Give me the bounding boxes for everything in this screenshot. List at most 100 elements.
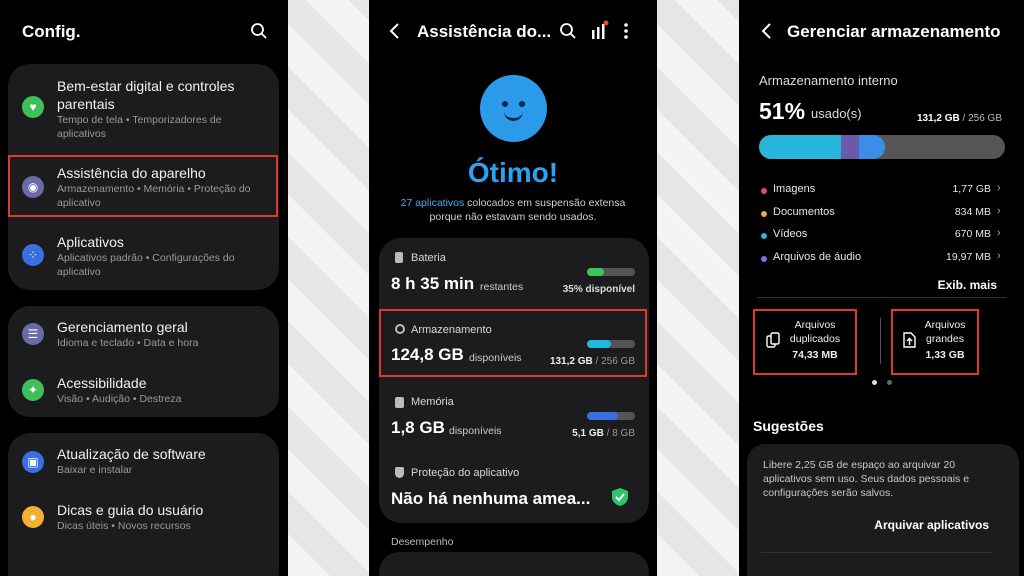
memory-suffix: disponíveis (449, 425, 502, 437)
smiley-face-icon (480, 75, 547, 142)
performance-card (379, 552, 649, 576)
page-title: Assistência do... (417, 22, 552, 41)
battery-bar-fill (587, 268, 604, 276)
large-files-button[interactable]: Arquivos grandes 1,33 GB (917, 318, 973, 362)
menu-item-subtitle: Dicas úteis • Novos recursos (57, 520, 191, 532)
menu-item-subtitle: Tempo de tela • Temporizadores de aplica… (57, 114, 222, 140)
menu-item-subtitle: Armazenamento • Memória • Proteção do ap… (57, 183, 251, 209)
battery-value: 8 h 35 min (391, 274, 475, 293)
legend-category-size: 19,97 MB (946, 251, 991, 264)
menu-item-subtitle: Aplicativos padrão • Configurações do ap… (57, 252, 235, 278)
accessibility-icon: ✦ (22, 379, 44, 401)
divider (880, 318, 881, 364)
battery-label: Bateria (411, 252, 446, 264)
divider (761, 552, 993, 553)
search-icon[interactable] (559, 22, 577, 45)
internal-storage-label: Armazenamento interno (759, 73, 898, 88)
chevron-right-icon[interactable]: › (997, 205, 1001, 217)
usage-amount: 131,2 GB / 256 GB (916, 113, 1002, 124)
settings-screen: Config. ♥ Bem-estar digital e controles … (0, 0, 288, 576)
suggestions-heading: Sugestões (753, 418, 824, 434)
back-icon[interactable] (761, 22, 773, 45)
protection-value: Não há nenhuma amea... (391, 489, 591, 508)
legend-category-size: 1,77 GB (952, 183, 991, 195)
legend-category-name[interactable]: Documentos (773, 206, 835, 218)
apps-icon: ⁘ (22, 244, 44, 266)
signal-chart-icon[interactable] (591, 20, 609, 45)
page-indicator-dot (887, 380, 892, 385)
storage-value: 124,8 GB (391, 345, 464, 364)
legend-dot (761, 233, 767, 240)
memory-bar-fill (587, 412, 618, 420)
storage-icon (395, 324, 405, 334)
storage-suffix: disponíveis (469, 352, 522, 364)
shield-check-icon (611, 487, 629, 512)
legend-dot (761, 256, 767, 263)
background-pattern (288, 0, 369, 576)
background-pattern (657, 0, 739, 576)
legend-category-name[interactable]: Imagens (773, 183, 815, 195)
update-icon: ▣ (22, 451, 44, 473)
memory-bar (587, 412, 635, 420)
menu-item-title[interactable]: Aplicativos (57, 233, 267, 251)
menu-item-title[interactable]: Atualização de software (57, 445, 267, 463)
show-more-link[interactable]: Exib. mais (889, 278, 997, 292)
shield-icon (395, 467, 404, 478)
storage-label[interactable]: Armazenamento (411, 324, 492, 336)
archive-apps-button[interactable]: Arquivar aplicativos (839, 518, 989, 532)
menu-item-subtitle: Baixar e instalar (57, 464, 133, 476)
status-heading: Ótimo! (467, 157, 559, 188)
segment-other (759, 135, 841, 159)
suggestion-text: Libere 2,25 GB de espaço ao arquivar 20 … (763, 459, 970, 499)
page-title: Config. (22, 22, 81, 41)
sleep-note: 27 aplicativos colocados em suspensão ex… (400, 197, 626, 223)
divider (757, 297, 1007, 298)
heart-icon: ♥ (22, 96, 44, 118)
storage-bar (587, 340, 635, 348)
apps-link[interactable]: 27 aplicativos (401, 197, 465, 209)
duplicate-files-button[interactable]: Arquivos duplicados 74,33 MB (783, 318, 847, 362)
legend-dot (761, 188, 767, 194)
storage-bar-fill (587, 340, 612, 348)
chevron-right-icon[interactable]: › (997, 227, 1001, 239)
legend-category-name[interactable]: Arquivos de áudio (773, 251, 861, 263)
search-icon[interactable] (250, 22, 268, 45)
manage-storage-screen: Gerenciar armazenamento Armazenamento in… (739, 0, 1024, 576)
battery-bar (587, 268, 635, 276)
menu-item-title[interactable]: Assistência do aparelho (57, 164, 267, 182)
battery-suffix: restantes (480, 281, 524, 293)
lightbulb-icon: ● (22, 506, 44, 528)
usage-percent: 51% (759, 98, 806, 124)
segment-system (859, 135, 885, 159)
chevron-right-icon[interactable]: › (997, 250, 1001, 262)
page-title: Gerenciar armazenamento (787, 22, 1001, 41)
memory-icon (395, 397, 404, 408)
protection-label: Proteção do aplicativo (411, 467, 520, 479)
back-icon[interactable] (389, 22, 401, 45)
battery-icon (395, 252, 403, 263)
performance-label: Desempenho (391, 536, 454, 548)
menu-item-subtitle: Idioma e teclado • Data e hora (57, 337, 199, 349)
duplicate-files-icon (766, 332, 780, 353)
usage-label: usado(s) (811, 106, 862, 121)
menu-item-subtitle: Visão • Audição • Destreza (57, 393, 182, 405)
page-indicator-dot (872, 380, 877, 385)
storage-segment-bar (759, 135, 1005, 159)
battery-available: 35% disponível (562, 284, 635, 295)
memory-label: Memória (411, 396, 454, 408)
device-care-icon: ◉ (22, 176, 44, 198)
chevron-right-icon[interactable]: › (997, 182, 1001, 194)
menu-item-title[interactable]: Acessibilidade (57, 374, 267, 392)
more-options-icon[interactable] (623, 22, 629, 45)
segment-apps (841, 135, 859, 159)
legend-dot (761, 210, 767, 217)
large-files-icon (902, 332, 916, 353)
legend-category-name[interactable]: Vídeos (773, 228, 807, 240)
legend-category-size: 670 MB (954, 228, 991, 241)
menu-item-title[interactable]: Dicas e guia do usuário (57, 501, 267, 519)
menu-item-title[interactable]: Gerenciamento geral (57, 318, 267, 336)
storage-usage: 131,2 GB / 256 GB (549, 356, 635, 367)
menu-item-title[interactable]: Bem-estar digital e controles parentais (57, 77, 267, 113)
memory-value: 1,8 GB (391, 418, 445, 437)
sliders-icon: ☰ (22, 323, 44, 345)
